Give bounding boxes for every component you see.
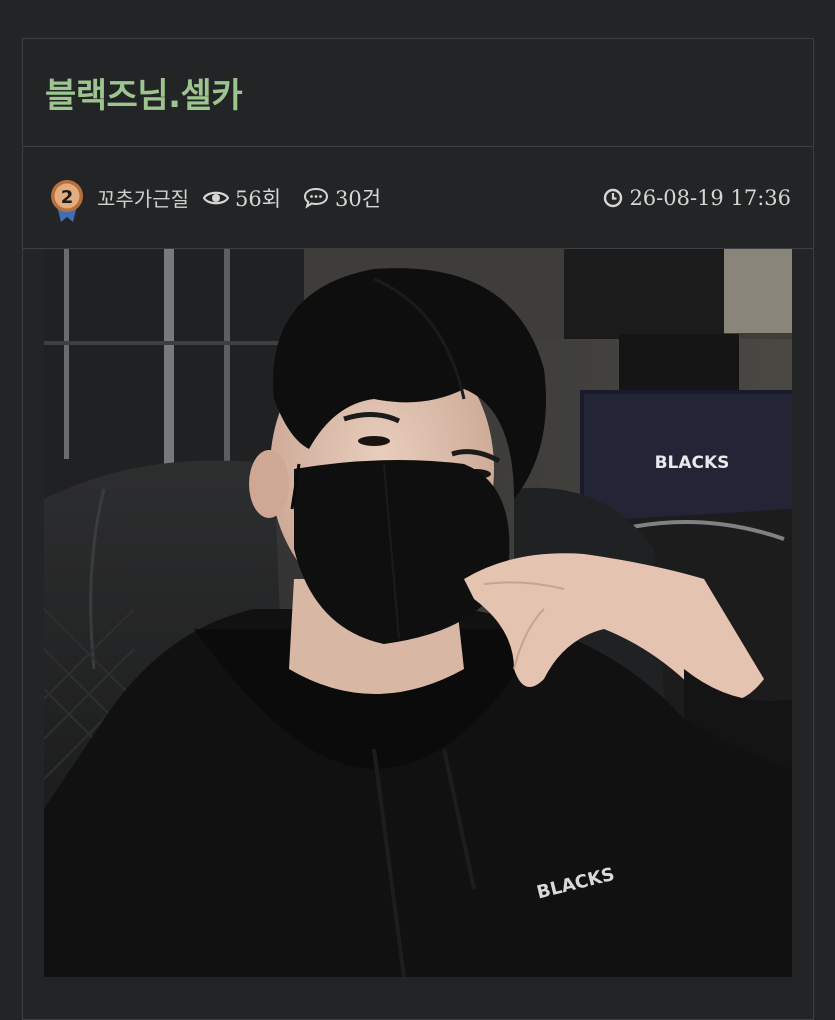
views-value: 56회 <box>235 186 282 211</box>
post-container: 블랙즈님.셀카 2 꼬추가근질 56회 30건 26-08-19 17:36 B… <box>22 38 814 1020</box>
level-medal-icon: 2 <box>47 176 87 224</box>
comments-value: 30건 <box>335 186 382 211</box>
views-count: 56회 <box>203 183 281 213</box>
eye-icon <box>203 191 229 204</box>
post-date: 26-08-19 17:36 <box>603 186 791 210</box>
level-number: 2 <box>61 187 74 208</box>
post-title-bar: 블랙즈님.셀카 <box>23 39 813 147</box>
post-meta-bar: 2 꼬추가근질 56회 30건 26-08-19 17:36 <box>23 147 813 249</box>
comments-count: 30건 <box>303 183 381 213</box>
author-name[interactable]: 꼬추가근질 <box>97 183 189 212</box>
date-value: 26-08-19 17:36 <box>629 185 791 210</box>
comment-bubble-icon <box>304 187 329 209</box>
post-title: 블랙즈님.셀카 <box>45 76 243 116</box>
monitor-logo-text: BLACKS <box>655 453 730 473</box>
post-photo[interactable]: BLACKS BLACKS <box>44 249 792 977</box>
clock-icon <box>604 188 623 207</box>
